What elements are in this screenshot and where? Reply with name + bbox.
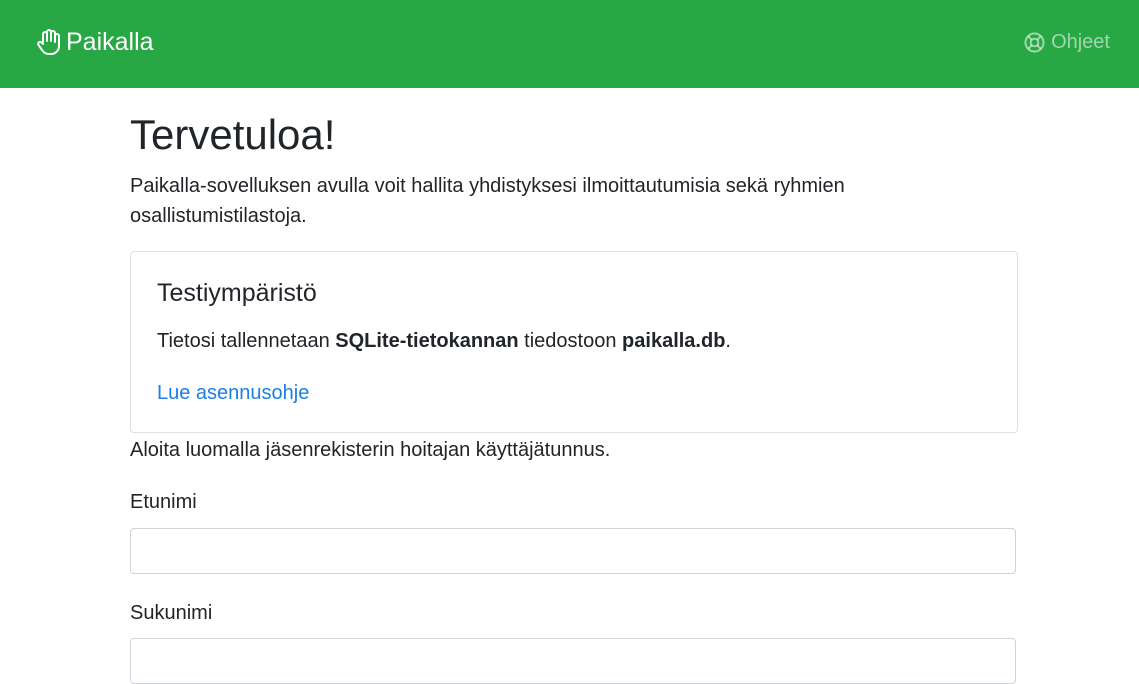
brand-label: Paikalla <box>66 28 154 56</box>
database-type: SQLite-tietokannan <box>335 330 519 352</box>
hand-icon <box>36 28 62 56</box>
card-text: Tietosi tallennetaan SQLite-tietokannan … <box>157 326 731 356</box>
database-file: paikalla.db <box>622 330 726 352</box>
card-text-suffix: . <box>725 330 731 352</box>
test-environment-card: Testiympäristö Tietosi tallennetaan SQLi… <box>130 251 1018 433</box>
help-link[interactable]: Ohjeet <box>1024 29 1110 55</box>
help-label: Ohjeet <box>1051 30 1110 53</box>
lifering-icon <box>1024 32 1045 53</box>
page-title: Tervetuloa! <box>130 111 336 158</box>
intro-text: Aloita luomalla jäsenrekisterin hoitajan… <box>130 439 611 461</box>
card-text-prefix: Tietosi tallennetaan <box>157 330 336 352</box>
last-name-label: Sukunimi <box>130 602 213 624</box>
lead-text: Paikalla-sovelluksen avulla voit hallita… <box>130 175 845 227</box>
card-text-middle: tiedostoon <box>518 330 623 352</box>
installation-guide-link[interactable]: Lue asennusohje <box>157 378 309 408</box>
top-navbar: Paikalla Ohjeet <box>0 0 1139 88</box>
first-name-label: Etunimi <box>130 491 197 513</box>
last-name-input[interactable] <box>130 638 1016 684</box>
card-title: Testiympäristö <box>157 279 317 307</box>
brand-link[interactable]: Paikalla <box>36 26 154 58</box>
first-name-input[interactable] <box>130 528 1016 574</box>
